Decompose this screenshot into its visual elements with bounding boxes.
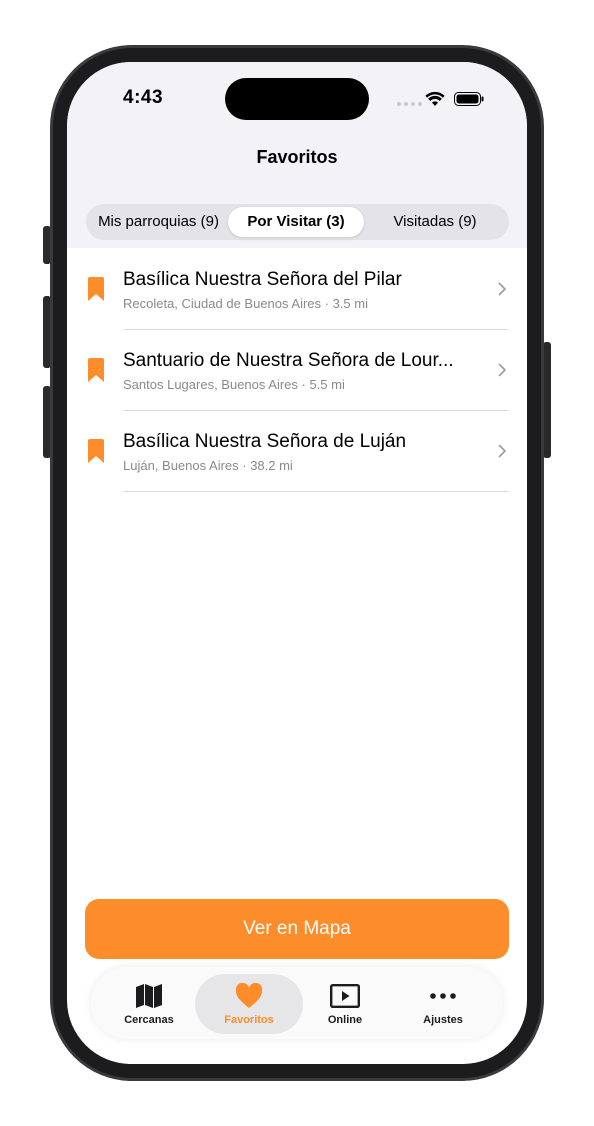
place-name: Basílica Nuestra Señora del Pilar	[123, 269, 402, 290]
tab-label: Online	[327, 1014, 363, 1026]
signal-icon	[397, 102, 422, 106]
tab-cercanas[interactable]: Cercanas	[97, 967, 201, 1039]
place-name: Basílica Nuestra Señora de Luján	[123, 431, 407, 452]
tab-online[interactable]: Online	[293, 967, 397, 1039]
list-item[interactable]: Basílica Nuestra Señora de Luján Luján, …	[67, 411, 527, 492]
segment-visitadas[interactable]: Visitadas (9)	[364, 207, 506, 237]
list-item[interactable]: Santuario de Nuestra Señora de Lour... S…	[67, 330, 527, 411]
place-location: Luján, Buenos Aires · 38.2 mi	[123, 458, 293, 473]
dynamic-island	[225, 78, 369, 120]
tab-bar: Cercanas Favoritos Online Ajustes	[91, 967, 503, 1039]
page-title: Favoritos	[256, 147, 338, 167]
place-location: Santos Lugares, Buenos Aires · 5.5 mi	[123, 377, 345, 392]
app-screen: 4:43 Favoritos Mis parroquias (9) Por Vi…	[67, 62, 527, 1064]
chevron-right-icon	[498, 444, 506, 458]
segmented-control: Mis parroquias (9) Por Visitar (3) Visit…	[86, 204, 509, 240]
tab-ajustes[interactable]: Ajustes	[391, 967, 495, 1039]
status-time: 4:43	[123, 87, 164, 108]
wifi-icon	[425, 91, 445, 106]
bookmark-icon	[88, 358, 104, 382]
ellipsis-icon	[430, 993, 456, 999]
tab-label: Cercanas	[124, 1014, 174, 1026]
battery-icon	[454, 92, 484, 106]
bookmark-icon	[88, 277, 104, 301]
segment-mis-parroquias[interactable]: Mis parroquias (9)	[89, 207, 228, 237]
tab-label: Ajustes	[423, 1014, 463, 1026]
bookmark-icon	[88, 439, 104, 463]
power-button	[543, 342, 551, 458]
segment-por-visitar[interactable]: Por Visitar (3)	[228, 207, 364, 237]
place-name: Santuario de Nuestra Señora de Lour...	[123, 350, 454, 371]
tab-favoritos[interactable]: Favoritos	[195, 967, 303, 1039]
chevron-right-icon	[498, 282, 506, 296]
chevron-right-icon	[498, 363, 506, 377]
view-on-map-button[interactable]: Ver en Mapa	[85, 899, 509, 959]
play-icon	[330, 984, 360, 1008]
row-divider	[123, 491, 509, 492]
place-location: Recoleta, Ciudad de Buenos Aires · 3.5 m…	[123, 296, 368, 311]
tab-label: Favoritos	[224, 1014, 274, 1026]
list-item[interactable]: Basílica Nuestra Señora del Pilar Recole…	[67, 249, 527, 330]
heart-icon	[235, 983, 263, 1008]
map-icon	[136, 984, 162, 1008]
